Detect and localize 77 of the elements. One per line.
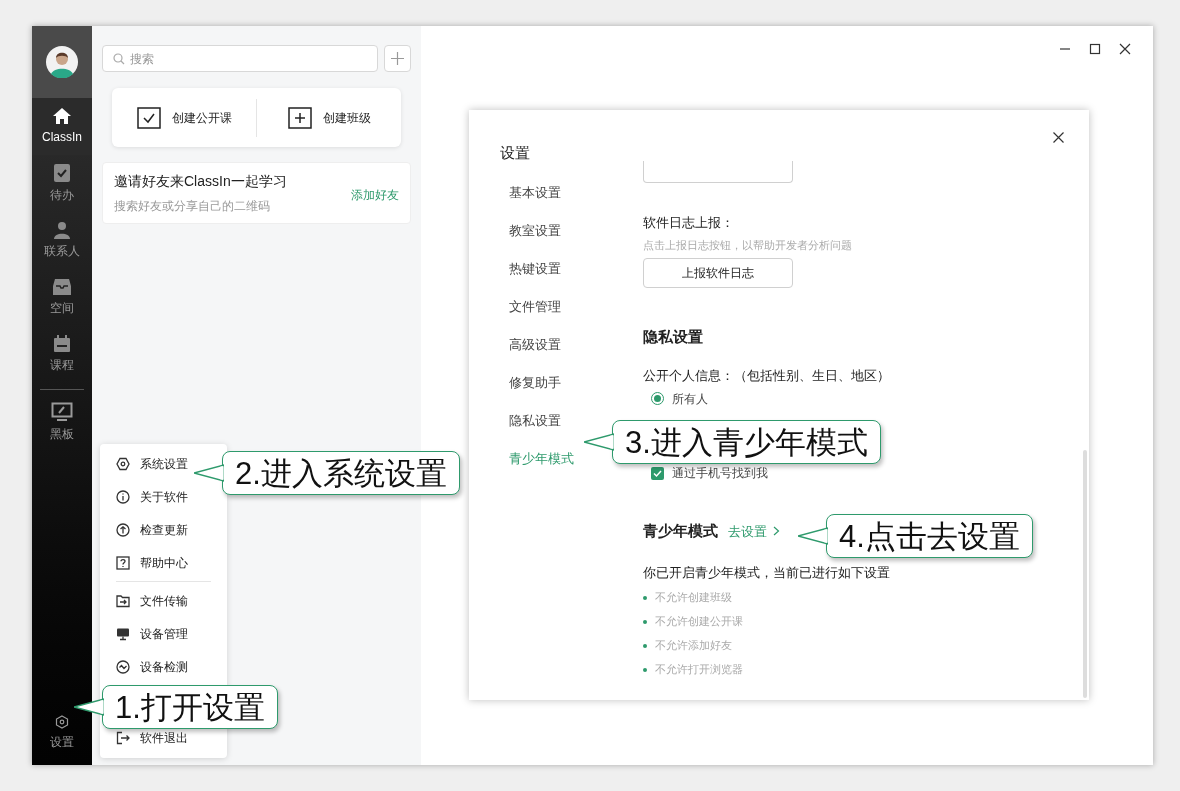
info-icon [116,489,130,504]
close-icon[interactable] [1053,132,1064,143]
pulse-icon [116,659,130,674]
menu-item[interactable]: 设备管理 [100,617,227,650]
exit-icon [116,730,130,745]
settings-nav-item[interactable]: 文件管理 [509,287,561,326]
sidebar-tab[interactable]: 待办 [32,155,92,212]
restriction-item: 不允许创建班级 [655,590,732,606]
go-settings-link[interactable]: 去设置 [728,521,780,541]
callout-tooltip: 1.打开设置 [102,685,278,729]
monitor-icon [116,626,130,641]
blackboard-icon [51,402,73,422]
bullet-icon [643,643,647,648]
restriction-item: 不允许创建公开课 [655,614,743,630]
plus-icon [391,52,404,65]
arrow-up-icon [116,522,130,537]
checkbox[interactable] [651,466,664,480]
tray-icon [52,278,72,296]
sidebar-tab[interactable]: 联系人 [32,212,92,269]
log-hint: 点击上报日志按钮，以帮助开发者分析问题 [643,237,852,253]
restriction-item: 不允许打开浏览器 [655,662,743,678]
checklist-icon [53,163,71,183]
home-icon [52,107,72,125]
callout-tooltip: 2.进入系统设置 [222,451,460,495]
search-field[interactable]: 搜索 [102,45,378,72]
privacy-heading: 隐私设置 [643,327,703,347]
radio-label: 所有人 [672,390,708,408]
add-button[interactable] [384,45,411,72]
gear-icon [55,715,69,729]
settings-nav-item[interactable]: 热键设置 [509,249,561,288]
settings-nav-item[interactable]: 高级设置 [509,325,561,364]
calendar-icon [53,335,71,353]
bullet-icon [643,619,647,624]
menu-item[interactable]: 检查更新 [100,513,227,546]
close-icon[interactable] [1119,43,1131,55]
settings-nav-item[interactable]: 基本设置 [509,173,561,212]
settings-nav-item[interactable]: 修复助手 [509,363,561,402]
log-label: 软件日志上报： [643,214,734,232]
settings-nav-item[interactable]: 青少年模式 [509,439,574,478]
quick-action[interactable]: 创建公开课 [112,106,256,129]
invite-subtitle: 搜索好友或分享自己的二维码 [114,198,271,215]
person-icon [53,221,71,239]
upload-log-button[interactable]: 上报软件日志 [643,258,793,288]
quick-action[interactable]: 创建班级 [257,106,401,129]
sidebar-tab[interactable]: 空间 [32,269,92,326]
plus-square-icon [287,106,312,129]
callout-pointer [584,432,614,452]
callout-tooltip: 4.点击去设置 [826,514,1033,558]
sidebar-tab[interactable]: 黑板 [32,394,92,451]
maximize-icon[interactable] [1089,43,1101,55]
checkbox-label: 通过手机号找到我 [672,465,768,482]
callout-tooltip: 3.进入青少年模式 [612,420,881,464]
callout-pointer [798,526,828,546]
menu-item[interactable]: 文件传输 [100,584,227,617]
restriction-item: 不允许添加好友 [655,638,732,654]
settings-nav-item[interactable]: 教室设置 [509,211,561,250]
invite-title: 邀请好友来ClassIn一起学习 [114,172,288,191]
menu-item[interactable]: 设备检测 [100,650,227,683]
help-icon [116,555,130,570]
youth-description: 你已开启青少年模式，当前已进行如下设置 [643,563,890,582]
sidebar-tab[interactable]: 课程 [32,326,92,383]
bullet-icon [643,667,647,672]
chevron-right-icon [773,526,780,537]
folder-icon [116,593,130,608]
settings-tab[interactable]: 设置 [50,715,74,751]
checkbox-icon [136,106,161,129]
bullet-icon [643,595,647,600]
search-icon [113,53,125,65]
dialog-title: 设置 [500,143,530,163]
menu-item[interactable]: 帮助中心 [100,546,227,579]
youth-heading: 青少年模式 [643,521,718,541]
privacy-label: 公开个人信息：（包括性别、生日、地区） [643,366,890,385]
add-friend-link[interactable]: 添加好友 [351,186,399,204]
gear-icon [116,456,130,471]
avatar [46,46,78,78]
settings-nav-item[interactable]: 隐私设置 [509,401,561,440]
callout-pointer [194,463,224,483]
